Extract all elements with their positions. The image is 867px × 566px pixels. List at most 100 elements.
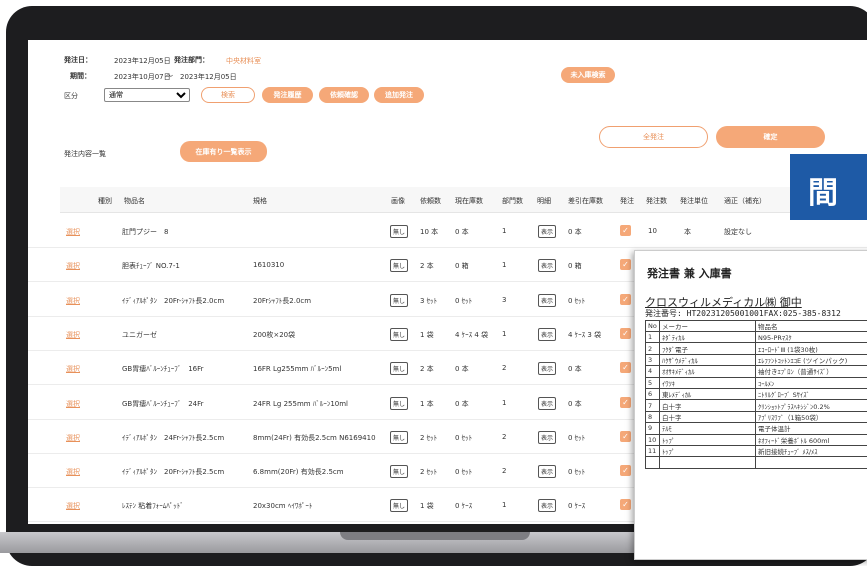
select-link[interactable]: 選択: [66, 296, 80, 306]
header-detail: 明細: [537, 196, 551, 206]
doc-row: 6東ﾚﾒﾃﾞｨｶﾙﾆﾄﾘﾙｸﾞﾛｰﾌﾞ Sｻｲｽﾞ: [646, 388, 867, 399]
header-type: 種別: [98, 196, 112, 206]
doc-item: ｸﾘﾝｼｮｯﾄﾌﾟﾗｽﾍｷｼｼﾞﾝ0.2%: [756, 400, 867, 411]
detail-tag[interactable]: 表示: [538, 465, 556, 478]
order-checkbox[interactable]: ✓: [620, 259, 631, 270]
detail-tag[interactable]: 表示: [538, 259, 556, 272]
select-link[interactable]: 選択: [66, 330, 80, 340]
image-tag[interactable]: 無し: [390, 465, 408, 478]
header-order-qty: 発注数: [646, 196, 667, 206]
item-spec: 1610310: [253, 261, 284, 269]
doc-no: 5: [646, 377, 660, 388]
detail-tag[interactable]: 表示: [538, 431, 556, 444]
doc-item: ﾆﾄﾘﾙｸﾞﾛｰﾌﾞ Sｻｲｽﾞ: [756, 388, 867, 399]
dept-qty: 1: [502, 227, 506, 235]
unreceived-search-button[interactable]: 未入庫検索: [561, 67, 615, 83]
header-current-stock: 現在庫数: [455, 196, 483, 206]
header-dept-qty: 部門数: [502, 196, 523, 206]
doc-row: 2ﾌｸﾀﾞ電子ｴｺｰﾛｰﾄﾞⅢ (1袋30枚): [646, 343, 867, 354]
select-link[interactable]: 選択: [66, 261, 80, 271]
item-name: 肛門プジー 8: [122, 227, 168, 237]
current-stock: 0 ｾｯﾄ: [455, 467, 472, 477]
banner-heading: 間: [790, 154, 867, 220]
request-qty: 2 本: [420, 364, 434, 374]
doc-no: 8: [646, 411, 660, 422]
laptop-notch: [340, 532, 530, 540]
doc-header-maker: メーカー: [660, 321, 756, 332]
doc-item: 電子体温計: [756, 423, 867, 434]
diff-stock: 0 本: [568, 227, 582, 237]
doc-item: 袖付きｴﾌﾟﾛﾝ（普通ｻｲｽﾞ）: [756, 366, 867, 377]
order-checkbox[interactable]: ✓: [620, 225, 631, 236]
image-tag[interactable]: 無し: [390, 259, 408, 272]
order-checkbox[interactable]: ✓: [620, 397, 631, 408]
detail-tag[interactable]: 表示: [538, 397, 556, 410]
doc-row: [646, 457, 867, 468]
dept-qty: 1: [502, 399, 506, 407]
doc-no: 1: [646, 332, 660, 343]
doc-header-item: 物品名: [756, 321, 867, 332]
detail-tag[interactable]: 表示: [538, 362, 556, 375]
doc-maker: ﾈﾀﾞﾃｨｶﾙ: [660, 332, 756, 343]
select-link[interactable]: 選択: [66, 467, 80, 477]
order-checkbox[interactable]: ✓: [620, 431, 631, 442]
order-checkbox[interactable]: ✓: [620, 294, 631, 305]
period-label: 期間：: [70, 71, 91, 81]
category-select[interactable]: 通常: [104, 88, 190, 102]
request-check-button[interactable]: 依頼確認: [319, 87, 369, 103]
doc-row: 11ﾄｯﾌﾟ新旧接続ﾁｭｰﾌﾞ ﾒｽ/ﾒｽ: [646, 445, 867, 456]
item-spec: 16FR Lg255mm ﾊﾞﾙｰﾝ5ml: [253, 364, 341, 374]
item-name: ｲﾃﾞｨｱﾙﾎﾟﾀﾝ 20Fr-ｼｬﾌﾄ長2.5cm: [122, 467, 224, 477]
order-all-button[interactable]: 全発注: [599, 126, 708, 148]
request-qty: 3 ｾｯﾄ: [420, 296, 437, 306]
image-tag[interactable]: 無し: [390, 397, 408, 410]
current-stock: 0 本: [455, 227, 469, 237]
search-button[interactable]: 検索: [201, 87, 255, 103]
request-qty: 10 本: [420, 227, 438, 237]
additional-order-button[interactable]: 追加発注: [374, 87, 424, 103]
doc-maker: [660, 457, 756, 468]
order-history-button[interactable]: 発注履歴: [262, 87, 313, 103]
order-checkbox[interactable]: ✓: [620, 465, 631, 476]
list-label: 発注内容一覧: [64, 149, 106, 159]
doc-maker: ｵｵｻｷﾒﾃﾞｨｶﾙ: [660, 366, 756, 377]
header-proper: 適正（補充）: [724, 196, 766, 206]
item-spec: 20Frｼｬﾌﾄ長2.0cm: [253, 296, 311, 306]
order-checkbox[interactable]: ✓: [620, 328, 631, 339]
current-stock: 4 ｹｰｽ 4 袋: [455, 330, 488, 340]
select-link[interactable]: 選択: [66, 227, 80, 237]
current-stock: 0 ｾｯﾄ: [455, 296, 472, 306]
dept-label: 発注部門：: [174, 55, 209, 65]
confirm-button[interactable]: 確定: [716, 126, 825, 148]
detail-tag[interactable]: 表示: [538, 294, 556, 307]
image-tag[interactable]: 無し: [390, 431, 408, 444]
item-spec: 8mm(24Fr) 有効長2.5cm N6169410: [253, 433, 376, 443]
doc-item: ｱﾌﾟﾘｽﾜﾌﾞ（1箱50袋）: [756, 411, 867, 422]
image-tag[interactable]: 無し: [390, 362, 408, 375]
doc-maker: ﾊｸｻﾞｳﾒﾃﾞｨｶﾙ: [660, 354, 756, 365]
order-checkbox[interactable]: ✓: [620, 499, 631, 510]
select-link[interactable]: 選択: [66, 433, 80, 443]
detail-tag[interactable]: 表示: [538, 499, 556, 512]
doc-item: ﾈｵﾌｨｰﾄﾞ栄養ﾎﾞﾄﾙ 600ml: [756, 434, 867, 445]
image-tag[interactable]: 無し: [390, 294, 408, 307]
in-stock-list-button[interactable]: 在庫有り一覧表示: [180, 141, 267, 162]
diff-stock: 0 ｾｯﾄ: [568, 296, 585, 306]
image-tag[interactable]: 無し: [390, 499, 408, 512]
select-link[interactable]: 選択: [66, 501, 80, 511]
doc-no: 10: [646, 434, 660, 445]
detail-tag[interactable]: 表示: [538, 225, 556, 238]
diff-stock: 0 本: [568, 364, 582, 374]
order-checkbox[interactable]: ✓: [620, 362, 631, 373]
doc-row: 9ﾃﾙﾓ電子体温計: [646, 423, 867, 434]
document-title: 発注書 兼 入庫書: [647, 265, 732, 281]
doc-maker: ﾄｯﾌﾟ: [660, 434, 756, 445]
image-tag[interactable]: 無し: [390, 328, 408, 341]
period-from: 2023年10月07日: [114, 72, 171, 82]
image-tag[interactable]: 無し: [390, 225, 408, 238]
doc-maker: ﾄｯﾌﾟ: [660, 445, 756, 456]
doc-header-no: No: [646, 321, 660, 332]
detail-tag[interactable]: 表示: [538, 328, 556, 341]
select-link[interactable]: 選択: [66, 399, 80, 409]
select-link[interactable]: 選択: [66, 364, 80, 374]
